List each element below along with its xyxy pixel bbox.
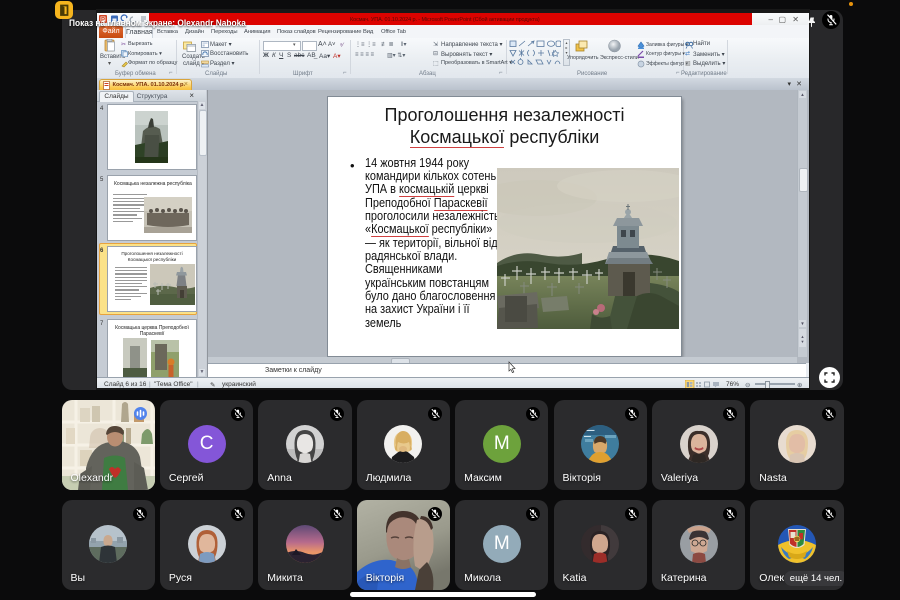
svg-text:▬▬: ▬▬ [584, 434, 592, 438]
svg-text:▬▬▬: ▬▬▬ [584, 428, 595, 432]
